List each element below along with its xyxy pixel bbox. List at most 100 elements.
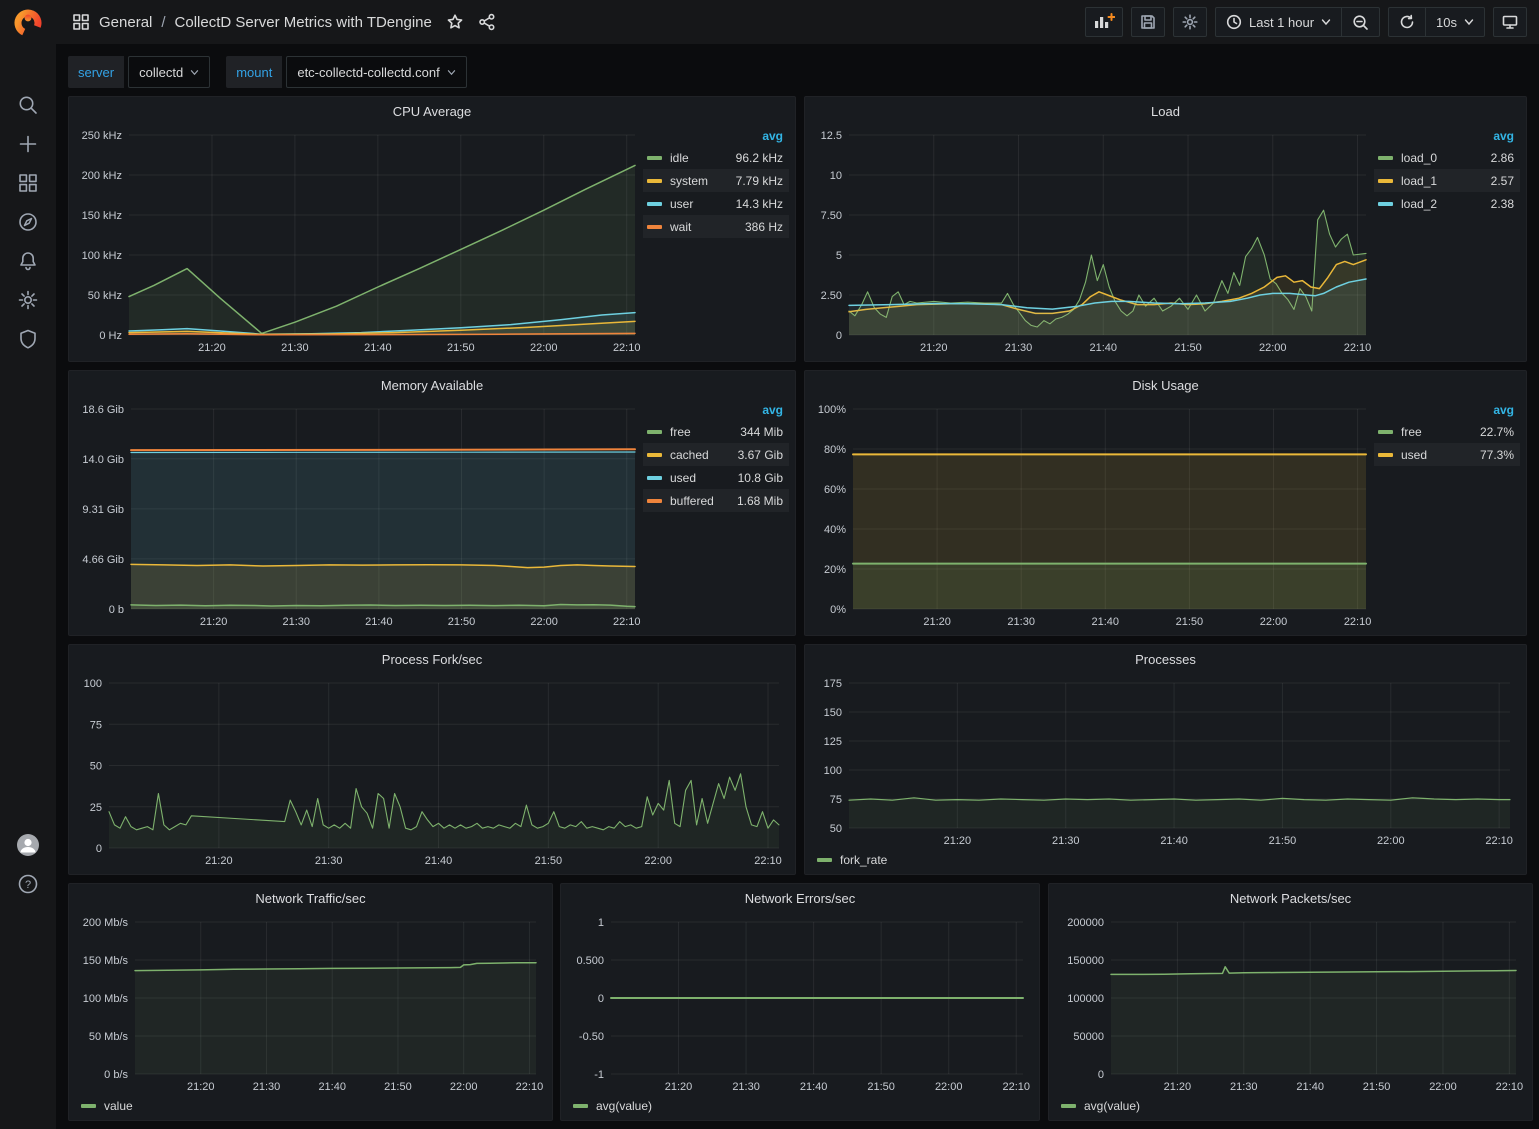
legend-item-cached[interactable]: cached3.67 Gib xyxy=(643,443,789,466)
series-name[interactable]: load_1 xyxy=(1401,174,1437,188)
legend-item-idle[interactable]: idle 96.2 kHz xyxy=(643,146,789,169)
chart-disk-usage[interactable]: 0%20%40%60%80%100%21:2021:3021:4021:5022… xyxy=(809,399,1374,631)
series-name[interactable]: free xyxy=(670,425,691,439)
panel-title[interactable]: Process Fork/sec xyxy=(69,645,795,673)
help-icon[interactable]: ? xyxy=(16,872,40,896)
panel-title[interactable]: Network Errors/sec xyxy=(561,884,1039,912)
series-name[interactable]: system xyxy=(670,174,708,188)
refresh-button[interactable] xyxy=(1389,8,1425,36)
dashboard-settings-button[interactable] xyxy=(1173,7,1207,37)
refresh-interval-button[interactable]: 10s xyxy=(1425,8,1484,36)
star-icon[interactable] xyxy=(446,13,464,31)
svg-text:150 kHz: 150 kHz xyxy=(82,210,122,222)
legend-item-fork_rate[interactable]: fork_rate xyxy=(817,850,887,870)
series-color-dash xyxy=(647,499,662,503)
chart-processes[interactable]: 507510012515017521:2021:3021:4021:5022:0… xyxy=(809,673,1518,850)
legend-item-buffered[interactable]: buffered1.68 Mib xyxy=(643,489,789,512)
legend-item-user[interactable]: user 14.3 kHz xyxy=(643,192,789,215)
cycle-view-button[interactable] xyxy=(1493,7,1527,37)
svg-text:0.500: 0.500 xyxy=(576,955,604,967)
legend-item-wait[interactable]: wait386 Hz xyxy=(643,215,789,238)
dashboard-title[interactable]: CollectD Server Metrics with TDengine xyxy=(175,14,432,31)
legend-avg-header[interactable]: avg xyxy=(643,127,789,146)
series-name[interactable]: fork_rate xyxy=(840,853,887,867)
svg-text:21:40: 21:40 xyxy=(365,616,393,628)
series-avg-value: 96.2 kHz xyxy=(736,151,783,165)
panel-title[interactable]: CPU Average xyxy=(69,97,795,125)
svg-text:250 kHz: 250 kHz xyxy=(82,130,122,142)
series-name[interactable]: avg(value) xyxy=(1084,1099,1140,1113)
server-admin-shield-icon[interactable] xyxy=(16,327,40,351)
legend-avg-header[interactable]: avg xyxy=(1374,127,1520,146)
chart-network-errors[interactable]: -1-0.5000.500121:2021:3021:4021:5022:002… xyxy=(565,912,1031,1096)
svg-text:21:50: 21:50 xyxy=(384,1081,412,1093)
series-name[interactable]: idle xyxy=(670,151,689,165)
chart-process-fork[interactable]: 025507510021:2021:3021:4021:5022:0022:10 xyxy=(73,673,787,870)
svg-text:-0.50: -0.50 xyxy=(579,1031,604,1043)
breadcrumb-section[interactable]: General xyxy=(99,14,152,31)
dashboards-icon[interactable] xyxy=(16,171,40,195)
legend-item-avg(value)[interactable]: avg(value) xyxy=(573,1096,652,1116)
configuration-gear-icon[interactable] xyxy=(16,288,40,312)
series-name[interactable]: wait xyxy=(670,220,691,234)
variable-server-value[interactable]: collectd xyxy=(128,56,210,88)
legend-item-used[interactable]: used77.3% xyxy=(1374,443,1520,466)
zoom-out-button[interactable] xyxy=(1341,8,1379,36)
svg-text:?: ? xyxy=(25,879,31,891)
svg-text:50: 50 xyxy=(90,761,102,773)
legend-avg-header[interactable]: avg xyxy=(643,401,789,420)
series-name[interactable]: cached xyxy=(670,448,709,462)
svg-text:9.31 Gib: 9.31 Gib xyxy=(82,504,124,516)
svg-text:21:40: 21:40 xyxy=(1296,1081,1324,1093)
legend-item-load_0[interactable]: load_02.86 xyxy=(1374,146,1520,169)
chart-network-traffic[interactable]: 0 b/s50 Mb/s100 Mb/s150 Mb/s200 Mb/s21:2… xyxy=(73,912,544,1096)
series-name[interactable]: used xyxy=(670,471,696,485)
variable-mount-label[interactable]: mount xyxy=(226,56,282,88)
share-icon[interactable] xyxy=(478,13,496,31)
panel-title[interactable]: Memory Available xyxy=(69,371,795,399)
explore-compass-icon[interactable] xyxy=(16,210,40,234)
panel-title[interactable]: Disk Usage xyxy=(805,371,1526,399)
chart-load[interactable]: 02.5057.501012.521:2021:3021:4021:5022:0… xyxy=(809,125,1374,357)
legend-item-load_2[interactable]: load_22.38 xyxy=(1374,192,1520,215)
chart-memory-available[interactable]: 0 b4.66 Gib9.31 Gib14.0 Gib18.6 Gib21:20… xyxy=(73,399,643,631)
series-name[interactable]: buffered xyxy=(670,494,714,508)
series-name[interactable]: value xyxy=(104,1099,133,1113)
legend-item-value[interactable]: value xyxy=(81,1096,133,1116)
variable-mount-value[interactable]: etc-collectd-collectd.conf xyxy=(286,56,466,88)
user-avatar[interactable] xyxy=(16,833,40,857)
legend-item-system[interactable]: system7.79 kHz xyxy=(643,169,789,192)
panel-title[interactable]: Network Packets/sec xyxy=(1049,884,1532,912)
legend-item-avg(value)[interactable]: avg(value) xyxy=(1061,1096,1140,1116)
grafana-logo[interactable] xyxy=(13,8,43,38)
series-name[interactable]: load_0 xyxy=(1401,151,1437,165)
panel-title[interactable]: Network Traffic/sec xyxy=(69,884,552,912)
legend-item-free[interactable]: free22.7% xyxy=(1374,420,1520,443)
svg-text:2.50: 2.50 xyxy=(821,290,842,302)
chart-network-packets[interactable]: 05000010000015000020000021:2021:3021:402… xyxy=(1053,912,1524,1096)
legend-item-free[interactable]: free344 Mib xyxy=(643,420,789,443)
legend-item-used[interactable]: used10.8 Gib xyxy=(643,466,789,489)
series-name[interactable]: used xyxy=(1401,448,1427,462)
series-name[interactable]: load_2 xyxy=(1401,197,1437,211)
time-range-label: Last 1 hour xyxy=(1249,15,1314,30)
svg-text:50000: 50000 xyxy=(1073,1031,1104,1043)
legend-avg-header[interactable]: avg xyxy=(1374,401,1520,420)
series-name[interactable]: user xyxy=(670,197,693,211)
series-name[interactable]: free xyxy=(1401,425,1422,439)
series-avg-value: 14.3 kHz xyxy=(736,197,783,211)
time-range-button[interactable]: Last 1 hour xyxy=(1216,8,1341,36)
legend-item-load_1[interactable]: load_12.57 xyxy=(1374,169,1520,192)
alerting-bell-icon[interactable] xyxy=(16,249,40,273)
breadcrumb-separator: / xyxy=(161,14,165,31)
panel-title[interactable]: Processes xyxy=(805,645,1526,673)
search-icon[interactable] xyxy=(16,93,40,117)
svg-text:25: 25 xyxy=(90,802,102,814)
chart-cpu-average[interactable]: 0 Hz50 kHz100 kHz150 kHz200 kHz250 kHz21… xyxy=(73,125,643,357)
series-name[interactable]: avg(value) xyxy=(596,1099,652,1113)
save-dashboard-button[interactable] xyxy=(1131,7,1165,37)
add-panel-button[interactable] xyxy=(1085,7,1123,37)
panel-title[interactable]: Load xyxy=(805,97,1526,125)
create-plus-icon[interactable] xyxy=(16,132,40,156)
variable-server-label[interactable]: server xyxy=(68,56,124,88)
